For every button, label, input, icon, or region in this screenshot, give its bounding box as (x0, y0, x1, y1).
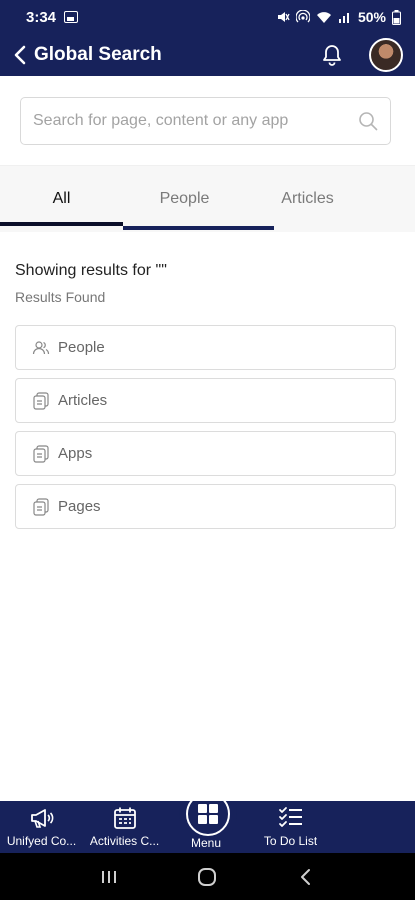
nav-label: Unifyed Co... (6, 834, 77, 848)
tab-articles-label: Articles (281, 190, 334, 207)
system-nav-bar (0, 853, 415, 900)
app-header: Global Search (0, 34, 415, 76)
results-count-label: Results Found (15, 289, 106, 305)
mute-icon (277, 12, 290, 22)
tab-all-label: All (52, 190, 71, 207)
calendar-icon (112, 805, 138, 831)
nav-label: Menu (190, 836, 222, 850)
megaphone-icon (29, 805, 55, 831)
signal-icon (338, 13, 349, 23)
search-icon[interactable] (358, 111, 378, 131)
result-card-label: People (58, 339, 105, 356)
tab-indicator-track (123, 226, 274, 230)
hotspot-icon (295, 10, 310, 23)
top-bars: 3:34 50% Global Search (0, 0, 415, 76)
home-icon[interactable] (195, 865, 219, 889)
search-box[interactable] (20, 97, 391, 145)
nav-item-unifyed-connect[interactable]: Unifyed Co... (0, 801, 83, 853)
nav-item-menu[interactable]: Menu (166, 801, 249, 853)
nav-label: Activities C... (89, 834, 160, 848)
result-card-label: Articles (58, 392, 108, 409)
document-icon (32, 497, 50, 516)
avatar[interactable] (369, 38, 403, 72)
result-cards: People Articles Apps Pages (15, 325, 396, 529)
document-icon (32, 444, 50, 463)
active-tab-indicator (0, 222, 123, 226)
status-time: 3:34 (26, 8, 57, 26)
gallery-icon (64, 11, 79, 23)
status-bar: 3:34 50% (0, 0, 415, 34)
tab-articles[interactable]: Articles (246, 166, 369, 232)
nav-item-activities-calendar[interactable]: Activities C... (83, 801, 166, 853)
bottom-nav: Unifyed Co... Activities C... Menu To Do… (0, 801, 415, 853)
search-area (0, 76, 415, 166)
result-card-pages[interactable]: Pages (15, 484, 396, 529)
grid-icon (185, 801, 230, 836)
wifi-icon (316, 12, 331, 23)
tab-people-label: People (159, 190, 210, 207)
result-card-label: Pages (58, 498, 101, 515)
status-icons: 50% (276, 9, 401, 25)
results-section: Showing results for "" Results Found Peo… (15, 262, 396, 537)
back-icon[interactable] (10, 43, 30, 67)
notification-bell-icon[interactable] (321, 43, 343, 67)
battery-icon (392, 9, 401, 25)
nav-item-to-do-list[interactable]: To Do List (249, 801, 332, 853)
nav-item-empty (332, 801, 415, 853)
people-icon (32, 339, 50, 357)
battery-level: 50% (357, 9, 386, 25)
search-input[interactable] (33, 112, 358, 130)
document-icon (32, 391, 50, 410)
result-card-people[interactable]: People (15, 325, 396, 370)
result-card-articles[interactable]: Articles (15, 378, 396, 423)
results-heading: Showing results for "" (15, 262, 167, 279)
page-title: Global Search (34, 44, 162, 65)
checklist-icon (278, 805, 304, 831)
recent-apps-icon[interactable] (97, 865, 121, 889)
system-back-icon[interactable] (294, 865, 318, 889)
result-card-label: Apps (58, 445, 93, 462)
tab-people[interactable]: People (123, 166, 246, 232)
nav-label: To Do List (263, 834, 318, 848)
result-card-apps[interactable]: Apps (15, 431, 396, 476)
